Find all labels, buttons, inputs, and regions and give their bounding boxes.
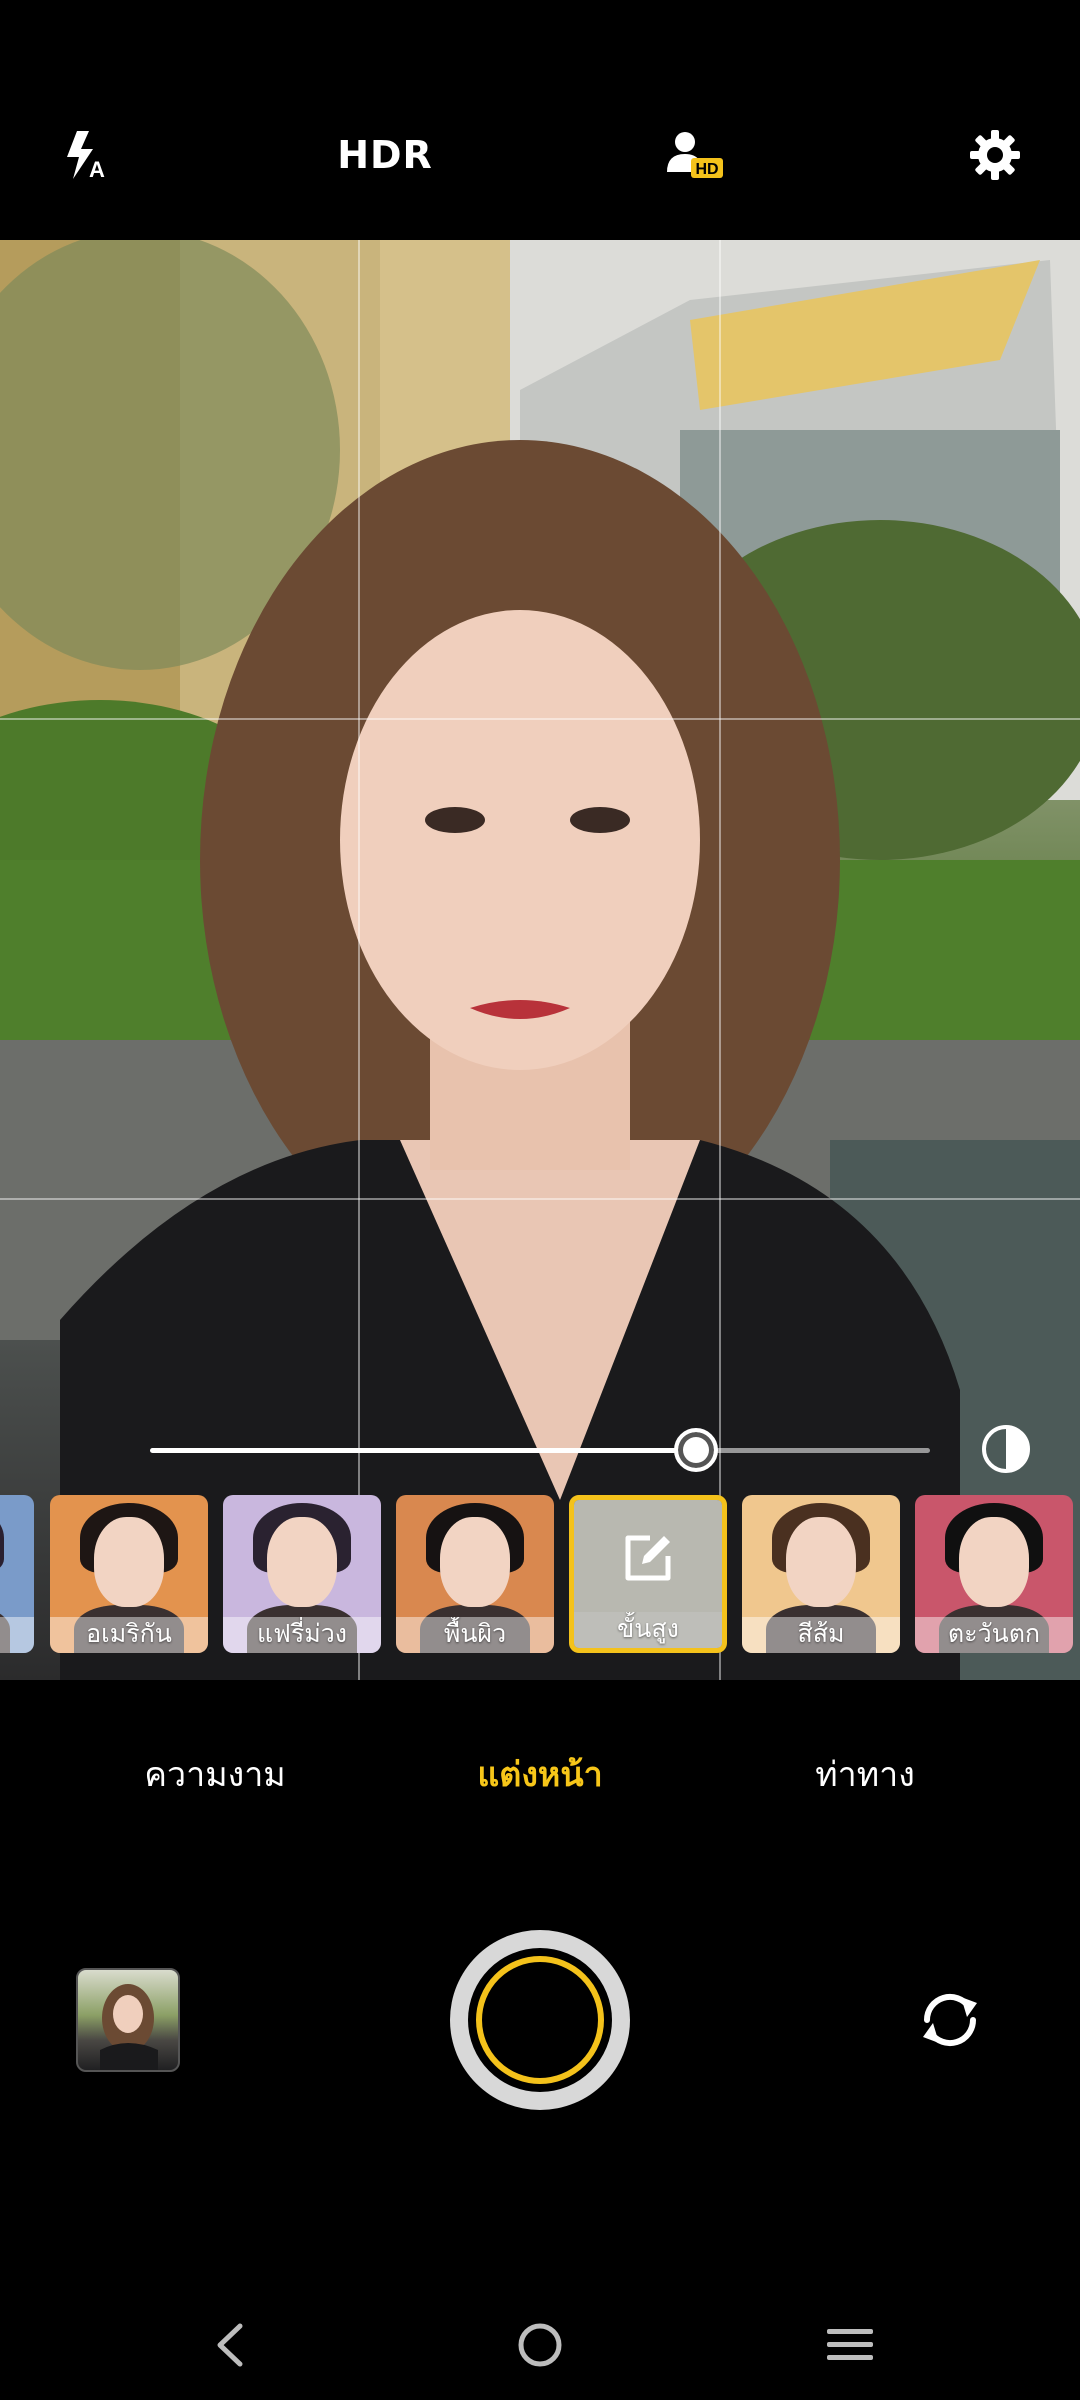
makeup-style-card[interactable]: ห.. bbox=[0, 1495, 34, 1653]
makeup-style-card[interactable]: สีส้ม bbox=[742, 1495, 900, 1653]
home-circle-icon bbox=[518, 2323, 562, 2367]
makeup-style-label: ขั้นสูง bbox=[574, 1612, 722, 1648]
nav-back-button[interactable] bbox=[195, 2310, 265, 2380]
gear-icon bbox=[970, 130, 1020, 180]
gallery-thumbnail[interactable] bbox=[76, 1968, 180, 2072]
model-face bbox=[959, 1517, 1029, 1607]
model-face bbox=[786, 1517, 856, 1607]
contrast-compare-icon[interactable] bbox=[980, 1423, 1032, 1475]
makeup-style-label: แฟรี่ม่วง bbox=[223, 1617, 381, 1653]
tab-makeup[interactable]: แต่งหน้า bbox=[420, 1745, 660, 1805]
grid-line bbox=[0, 1198, 1080, 1200]
hdr-button[interactable]: HDR bbox=[330, 110, 440, 200]
makeup-style-label: อเมริกัน bbox=[50, 1617, 208, 1653]
makeup-style-card[interactable]: พื้นผิว bbox=[396, 1495, 554, 1653]
slider-fill bbox=[150, 1448, 696, 1453]
makeup-style-label: พื้นผิว bbox=[396, 1617, 554, 1653]
model-face bbox=[267, 1517, 337, 1607]
makeup-intensity-slider[interactable] bbox=[150, 1420, 930, 1480]
svg-text:HD: HD bbox=[695, 161, 718, 178]
slider-track bbox=[696, 1448, 930, 1453]
shutter-ring bbox=[468, 1948, 612, 2092]
menu-lines-icon bbox=[827, 2329, 873, 2360]
camera-viewfinder[interactable]: ห.. อเมริกัน แฟรี่ม่วง พื้นผิว ขั้นสูง สีส้ม ต… bbox=[0, 240, 1080, 1680]
hd-portrait-button[interactable]: HD bbox=[655, 110, 735, 200]
back-chevron-icon bbox=[217, 2323, 243, 2367]
switch-camera-button[interactable] bbox=[915, 1985, 985, 2055]
model-face bbox=[94, 1517, 164, 1607]
flash-auto-button[interactable]: A bbox=[50, 110, 120, 200]
tab-pose[interactable]: ท่าทาง bbox=[745, 1745, 985, 1805]
makeup-style-card[interactable]: ตะวันตก bbox=[915, 1495, 1073, 1653]
slider-thumb[interactable] bbox=[674, 1428, 718, 1472]
makeup-style-strip: ห.. อเมริกัน แฟรี่ม่วง พื้นผิว ขั้นสูง สีส้ม ต… bbox=[0, 1495, 1080, 1655]
shutter-inner bbox=[476, 1956, 604, 2084]
nav-recents-button[interactable] bbox=[815, 2310, 885, 2380]
settings-button[interactable] bbox=[955, 110, 1035, 200]
makeup-style-label: ห.. bbox=[0, 1617, 34, 1653]
makeup-style-label: ตะวันตก bbox=[915, 1617, 1073, 1653]
nav-home-button[interactable] bbox=[505, 2310, 575, 2380]
camera-screen: A HDR HD อเมริกัน แฟรี่ม่วง พื้นผิว ขั้น… bbox=[0, 0, 1080, 2400]
grid-line bbox=[0, 718, 1080, 720]
flash-auto-icon: A bbox=[67, 131, 105, 181]
gallery-thumbnail-image bbox=[100, 1984, 158, 2070]
tab-beauty[interactable]: ความงาม bbox=[95, 1745, 335, 1805]
svg-text:A: A bbox=[89, 157, 105, 181]
switch-camera-icon bbox=[923, 1993, 977, 2047]
makeup-style-card[interactable]: แฟรี่ม่วง bbox=[223, 1495, 381, 1653]
shutter-button[interactable] bbox=[450, 1930, 630, 2110]
makeup-style-label: สีส้ม bbox=[742, 1617, 900, 1653]
makeup-style-advanced-card[interactable]: ขั้นสูง bbox=[569, 1495, 727, 1653]
makeup-style-card[interactable]: อเมริกัน bbox=[50, 1495, 208, 1653]
edit-icon bbox=[625, 1535, 671, 1581]
hd-portrait-icon: HD bbox=[667, 132, 723, 178]
model-face bbox=[440, 1517, 510, 1607]
camera-top-bar: A HDR HD bbox=[0, 0, 1080, 240]
